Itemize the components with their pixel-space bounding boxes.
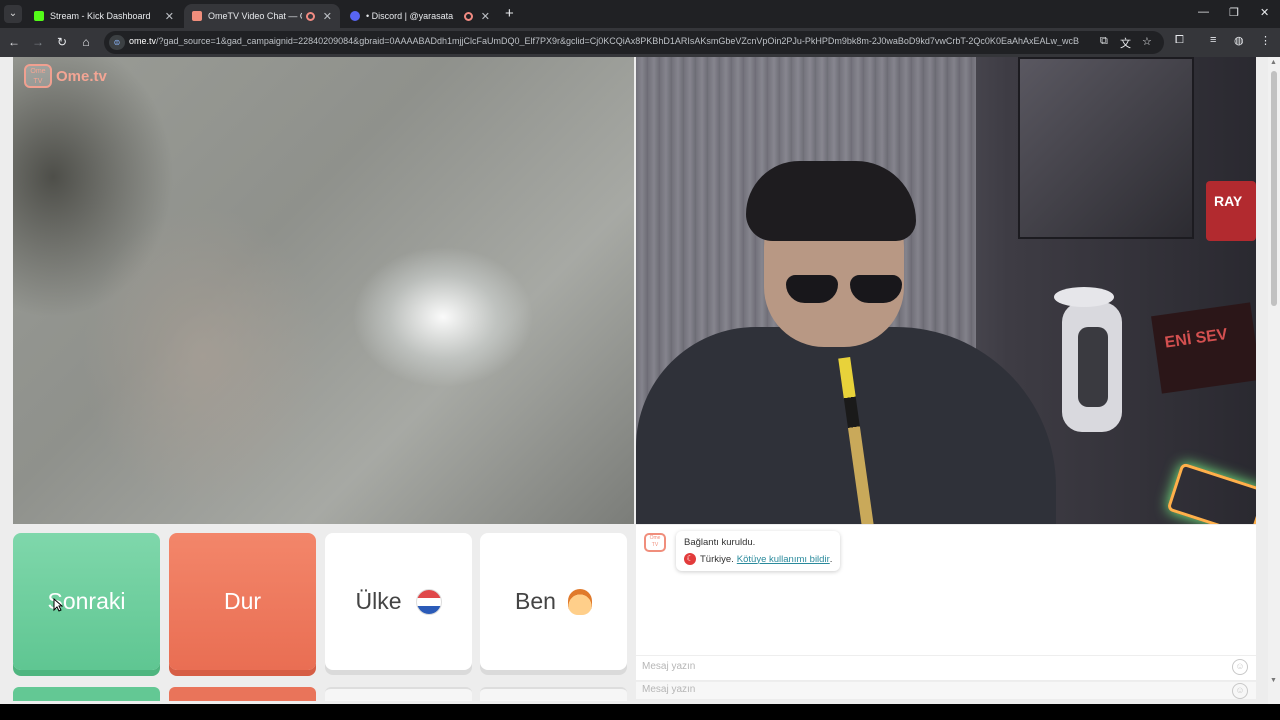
scroll-down-arrow-icon[interactable]: ▼ — [1270, 677, 1277, 684]
country-button-label: Ülke — [355, 588, 402, 614]
url-text[interactable]: ome.tv/?gad_source=1&gad_campaignid=2284… — [129, 36, 1089, 46]
tab-title: OmeTV Video Chat — Ome — [208, 11, 302, 21]
close-tab-icon[interactable]: ✕ — [165, 10, 174, 23]
wall-banner: ENİ SEV — [1151, 302, 1256, 394]
page-scrollbar[interactable]: ▲ ▼ — [1268, 57, 1280, 720]
boy-emoji-icon — [567, 588, 592, 615]
country-button[interactable]: Ülke — [325, 533, 472, 670]
tab-ometv[interactable]: OmeTV Video Chat — Ome ✕ — [184, 4, 340, 28]
next-button[interactable]: Sonraki — [13, 533, 160, 670]
close-tab-icon[interactable]: ✕ — [481, 10, 490, 23]
message-input-ghost-text: Mesaj yazın — [642, 684, 696, 695]
emoji-picker-icon[interactable]: ☺ — [1232, 659, 1248, 675]
tab-discord[interactable]: • Discord | @yarasata ✕ — [342, 4, 498, 28]
turkey-flag-icon: ☾ — [684, 553, 696, 565]
message-input-ghost: Mesaj yazın ☺ — [636, 681, 1256, 699]
tab-search-chevron-down-icon[interactable]: ⌄ — [4, 5, 22, 23]
scroll-up-arrow-icon[interactable]: ▲ — [1270, 59, 1277, 66]
message-input[interactable]: Mesaj yazın — [642, 661, 695, 672]
home-icon[interactable]: ⌂ — [78, 34, 94, 50]
stop-button[interactable]: Dur — [169, 533, 316, 670]
rgb-light — [1166, 462, 1256, 524]
translate-icon[interactable]: 文 — [1120, 35, 1131, 51]
menu-kebab-icon[interactable]: ⋮ — [1260, 34, 1271, 47]
desk-lamp — [1036, 287, 1132, 437]
wall-poster — [1018, 57, 1194, 239]
report-abuse-link[interactable]: Kötüye kullanımı bildir — [737, 554, 830, 565]
ometv-avatar: Ome TV — [644, 533, 666, 552]
reload-icon[interactable]: ↻ — [54, 34, 70, 50]
logo-badge: Ome TV — [24, 64, 52, 88]
forward-arrow-icon[interactable]: → — [30, 34, 46, 50]
bookmark-star-icon[interactable]: ☆ — [1142, 35, 1152, 48]
netherlands-flag-icon — [415, 588, 442, 615]
country-button-shadow — [325, 687, 472, 701]
media-controls-icon[interactable]: ≡ — [1210, 34, 1216, 46]
browser-toolbar: ← → ↻ ⌂ ⊜ ome.tv/?gad_source=1&gad_campa… — [0, 28, 1280, 57]
system-message-bubble: Bağlantı kuruldu. ☾ Türkiye. Kötüye kull… — [676, 531, 841, 571]
me-gender-button[interactable]: Ben — [480, 533, 627, 670]
discord-favicon-icon — [350, 11, 360, 21]
minimize-icon[interactable]: — — [1198, 6, 1209, 18]
me-button-label: Ben — [515, 588, 556, 614]
stranger-video: Ome TV Ome.tv — [13, 57, 634, 524]
browser-tab-bar: ⌄ Stream - Kick Dashboard ✕ OmeTV Video … — [0, 0, 1280, 28]
next-button-shadow — [13, 687, 160, 701]
address-bar[interactable]: ⊜ ome.tv/?gad_source=1&gad_campaignid=22… — [104, 31, 1164, 54]
mouse-cursor-icon — [53, 598, 63, 612]
bottom-edge — [0, 704, 1280, 720]
recording-indicator-icon — [463, 11, 473, 21]
profile-avatar-icon[interactable]: ◍ — [1234, 34, 1244, 47]
emoji-ghost-icon: ☺ — [1232, 683, 1248, 699]
back-arrow-icon[interactable]: ← — [6, 34, 22, 50]
window-close-icon[interactable]: ✕ — [1260, 6, 1269, 19]
me-button-shadow — [480, 687, 627, 701]
tab-kick-dashboard[interactable]: Stream - Kick Dashboard ✕ — [26, 4, 182, 28]
stop-button-shadow — [169, 687, 316, 701]
red-sign: RAY — [1206, 181, 1256, 241]
extensions-puzzle-icon[interactable]: ⧠ — [1175, 34, 1184, 47]
person-hair — [746, 161, 916, 241]
tab-title: Stream - Kick Dashboard — [50, 11, 151, 21]
recording-indicator-icon — [305, 11, 315, 21]
stop-button-label: Dur — [223, 588, 262, 614]
connection-message: Bağlantı kuruldu. — [684, 537, 756, 548]
close-tab-icon[interactable]: ✕ — [323, 10, 332, 23]
install-app-icon[interactable]: ⧉ — [1100, 35, 1108, 48]
ometv-favicon-icon — [192, 11, 202, 21]
new-tab-plus-icon[interactable]: + — [505, 5, 514, 22]
sunglasses — [786, 275, 906, 305]
site-info-icon[interactable]: ⊜ — [109, 35, 125, 50]
scroll-thumb[interactable] — [1271, 71, 1277, 306]
self-webcam-video: RAY ENİ SEV — [636, 57, 1256, 524]
kick-favicon-icon — [34, 11, 44, 21]
tab-title: • Discord | @yarasata — [366, 11, 454, 21]
ometv-page: Ome TV Ome.tv RAY ENİ SEV Sonraki Dur Ül… — [0, 57, 1280, 720]
message-input-bar[interactable]: Mesaj yazın ☺ — [636, 655, 1256, 679]
restore-icon[interactable]: ❐ — [1229, 6, 1239, 19]
logo-text: Ome.tv — [56, 67, 107, 85]
country-text: Türkiye. — [700, 553, 734, 565]
ometv-logo: Ome TV Ome.tv — [24, 64, 107, 88]
